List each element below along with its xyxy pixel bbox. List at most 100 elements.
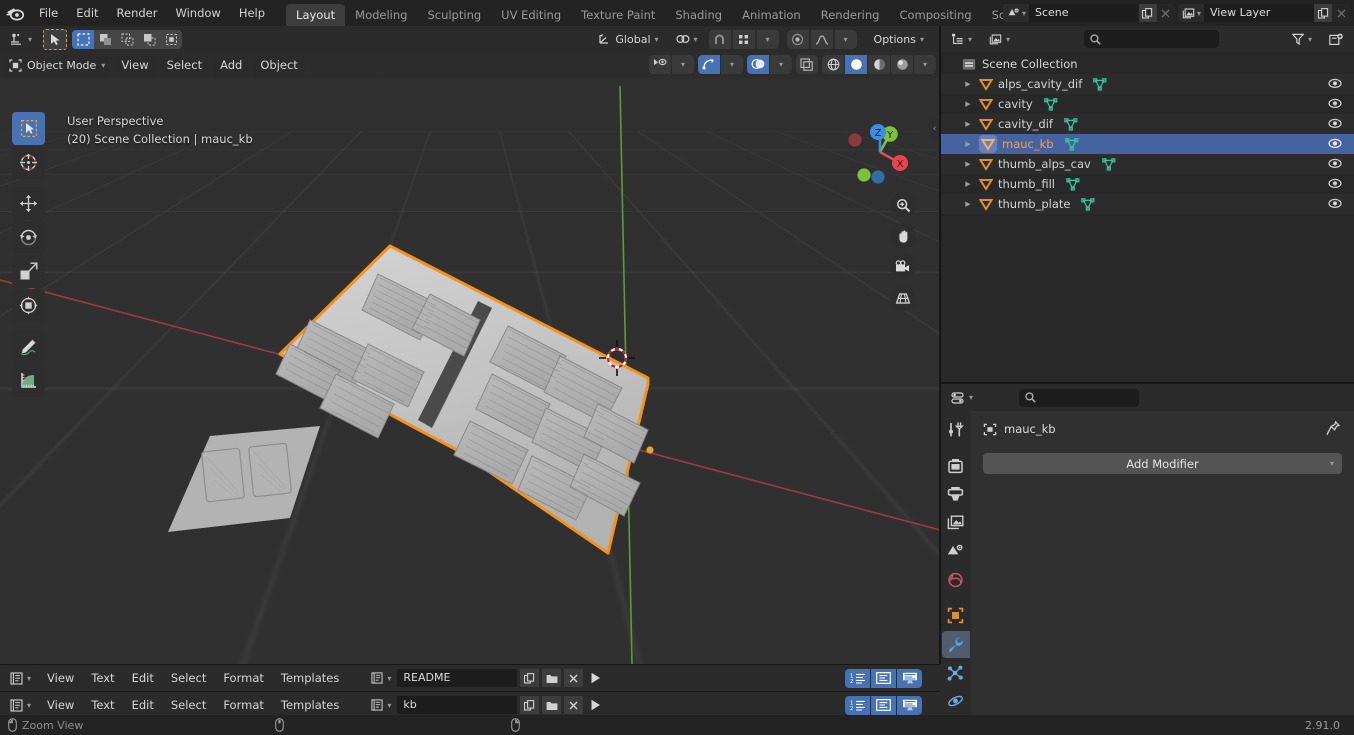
viewport-menu-object[interactable]: Object (253, 55, 305, 75)
text-filename-2[interactable]: kb (397, 696, 518, 714)
expand-arrow-icon[interactable]: ▶ (962, 120, 974, 128)
word-wrap-toggle-2[interactable] (871, 695, 896, 715)
visibility-eye-icon[interactable] (1328, 197, 1342, 210)
tab-sculpting[interactable]: Sculpting (417, 4, 491, 26)
expand-arrow-icon[interactable]: ▶ (962, 80, 974, 88)
pan-gizmo-icon[interactable] (890, 223, 916, 249)
expand-arrow-icon[interactable]: ▶ (962, 160, 974, 168)
scene-icon[interactable]: ▾ (1002, 4, 1029, 22)
line-numbers-toggle-1[interactable]: 12 (845, 668, 870, 688)
text-menu-text-2[interactable]: Text (84, 696, 121, 715)
word-wrap-toggle-1[interactable] (871, 668, 896, 688)
scene-copy-icon[interactable] (1138, 4, 1157, 22)
text-menu-view-2[interactable]: View (40, 696, 81, 715)
new-collection-icon[interactable] (1323, 29, 1350, 49)
falloff-curve-icon[interactable] (810, 29, 833, 49)
view-layer-selector[interactable]: ▾ View Layer (1177, 4, 1350, 22)
editor-divider-vertical[interactable] (939, 26, 941, 664)
text-menu-view-1[interactable]: View (40, 669, 81, 688)
text-editor-type-icon-2[interactable]: ▾ (4, 695, 38, 715)
outliner-display-mode-icon[interactable]: ▾ (983, 29, 1017, 49)
text-menu-edit-2[interactable]: Edit (125, 696, 161, 715)
outliner-row-cavity-dif[interactable]: ▶ cavity_dif (940, 114, 1354, 134)
proportional-editing-icon[interactable] (786, 29, 809, 49)
physics-tab[interactable] (942, 688, 970, 715)
object-tab[interactable] (942, 602, 970, 629)
xray-toggle-icon[interactable] (796, 54, 818, 74)
menu-window[interactable]: Window (166, 3, 229, 23)
magnet-icon[interactable] (708, 29, 731, 49)
visibility-eye-icon[interactable] (1328, 157, 1342, 170)
filter-icon[interactable]: ▾ (1286, 29, 1319, 49)
navigation-gizmo[interactable]: Y Z X (842, 114, 918, 190)
viewport-menu-select[interactable]: Select (159, 55, 210, 75)
snap-target-selector[interactable]: ▾ (669, 29, 704, 49)
expand-arrow-icon[interactable]: ▶ (962, 140, 974, 148)
menu-help[interactable]: Help (230, 3, 274, 23)
close-text-icon-1[interactable] (564, 669, 584, 687)
expand-arrow-icon[interactable]: ▶ (962, 200, 974, 208)
annotate-tool[interactable] (12, 330, 45, 363)
text-datablock-icon-1[interactable]: ▾ (366, 668, 395, 688)
view-layer-delete-icon[interactable] (1332, 4, 1350, 22)
move-tool[interactable] (12, 187, 45, 220)
outliner-editor-type-icon[interactable]: ▾ (945, 29, 979, 49)
run-script-icon-2[interactable] (586, 696, 606, 714)
syntax-highlight-toggle-2[interactable] (897, 695, 922, 715)
rotate-tool[interactable] (12, 221, 45, 254)
snap-mode-icon[interactable] (732, 29, 755, 49)
menu-file[interactable]: File (30, 3, 67, 23)
select-extend-icon[interactable] (94, 29, 117, 49)
text-editor-type-icon-1[interactable]: ▾ (4, 668, 38, 688)
new-text-icon-2[interactable] (520, 696, 540, 714)
tab-layout[interactable]: Layout (286, 4, 346, 26)
snap-dropdown-icon[interactable]: ▾ (756, 29, 779, 49)
tab-shading[interactable]: Shading (665, 4, 732, 26)
new-text-icon-1[interactable] (520, 669, 540, 687)
zoom-gizmo-icon[interactable] (890, 192, 916, 218)
options-button[interactable]: Options ▾ (868, 30, 930, 49)
text-menu-select-1[interactable]: Select (164, 669, 213, 688)
overlay-dropdown-icon[interactable]: ▾ (770, 54, 792, 74)
rendered-shading-icon[interactable] (891, 54, 913, 74)
render-tab[interactable] (942, 452, 970, 479)
text-menu-text-1[interactable]: Text (84, 669, 121, 688)
visibility-eye-icon[interactable] (1328, 77, 1342, 90)
solid-shading-icon[interactable] (845, 54, 867, 74)
properties-editor-type-icon[interactable]: ▾ (945, 388, 980, 407)
text-menu-templates-1[interactable]: Templates (274, 669, 346, 688)
select-box-icon[interactable] (72, 29, 95, 49)
visibility-eye-icon[interactable] (1328, 137, 1342, 150)
transform-orientation-selector[interactable]: Global ▾ (592, 29, 665, 49)
view-layer-name[interactable]: View Layer (1204, 4, 1314, 22)
text-menu-select-2[interactable]: Select (164, 696, 213, 715)
visibility-dropdown-icon[interactable]: ▾ (672, 54, 694, 74)
text-datablock-icon-2[interactable]: ▾ (366, 695, 395, 715)
line-numbers-toggle-2[interactable]: 12 (845, 695, 870, 715)
view-layer-copy-icon[interactable] (1314, 4, 1332, 22)
expand-arrow-icon[interactable]: ▶ (962, 100, 974, 108)
menu-edit[interactable]: Edit (67, 3, 107, 23)
text-menu-edit-1[interactable]: Edit (125, 669, 161, 688)
outliner-row-thumb-plate[interactable]: ▶ thumb_plate (940, 194, 1354, 214)
expand-arrow-icon[interactable]: ▶ (962, 180, 974, 188)
outliner-search-input[interactable] (1083, 30, 1219, 48)
object-mode-selector[interactable]: Object Mode ▾ (4, 55, 111, 75)
measure-tool[interactable] (12, 364, 45, 397)
visibility-eye-icon[interactable] (1328, 97, 1342, 110)
show-gizmo-icon[interactable] (698, 54, 720, 74)
shading-dropdown-icon[interactable]: ▾ (914, 54, 936, 74)
scene-delete-icon[interactable] (1156, 4, 1175, 22)
add-modifier-button[interactable]: Add Modifier ▾ (983, 453, 1342, 474)
visibility-eye-icon[interactable] (1328, 177, 1342, 190)
outliner-row-mauc-kb[interactable]: ▶ mauc_kb (940, 134, 1354, 154)
editor-type-selector[interactable]: ▾ (4, 29, 39, 49)
outliner-scene-collection-row[interactable]: Scene Collection (940, 54, 1354, 74)
syntax-highlight-toggle-1[interactable] (897, 668, 922, 688)
material-preview-shading-icon[interactable] (868, 54, 890, 74)
world-tab[interactable] (942, 566, 970, 593)
outliner-row-thumb-alps-cav[interactable]: ▶ thumb_alps_cav (940, 154, 1354, 174)
blender-logo-icon[interactable] (0, 0, 30, 26)
transform-tool[interactable] (12, 289, 45, 322)
ortho-toggle-gizmo-icon[interactable] (890, 285, 916, 311)
